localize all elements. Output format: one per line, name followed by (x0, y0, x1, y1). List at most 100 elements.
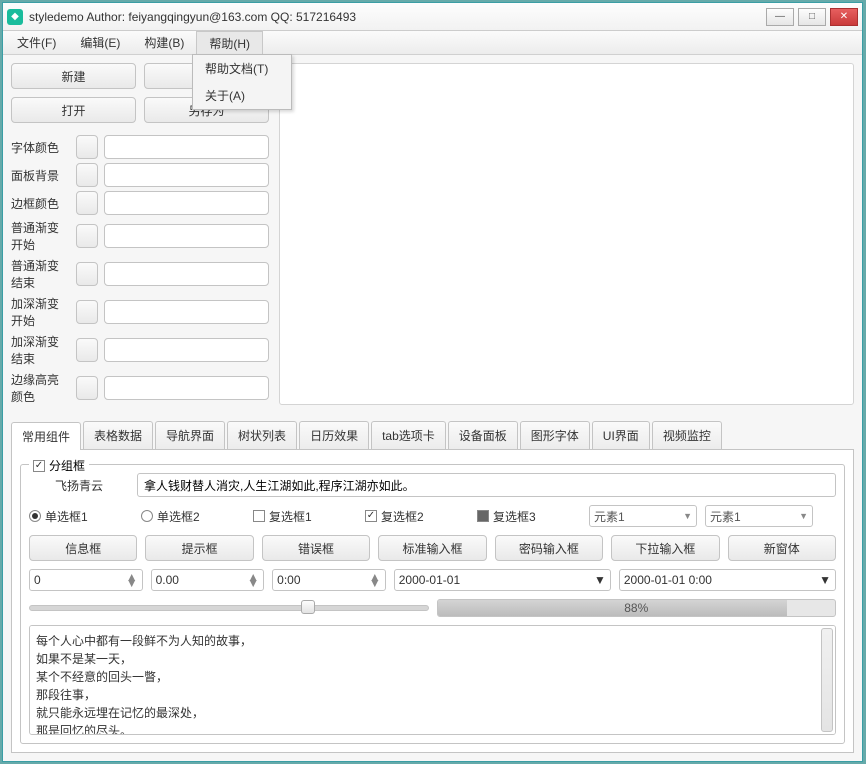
app-icon: ◆ (7, 9, 23, 25)
color-hex-input[interactable] (104, 191, 269, 215)
color-swatch-button[interactable] (76, 224, 98, 248)
groupbox-title: 分组框 (29, 457, 89, 474)
color-hex-input[interactable] (104, 376, 269, 400)
color-label: 普通渐变结束 (11, 257, 70, 291)
color-row: 边框颜色 (11, 191, 269, 215)
dialog-button-5[interactable]: 下拉输入框 (611, 535, 719, 561)
color-swatch-button[interactable] (76, 300, 98, 324)
color-swatch-button[interactable] (76, 191, 98, 215)
textarea-poem[interactable]: 每个人心中都有一段鲜不为人知的故事， 如果不是某一天， 某个不经意的回头一瞥， … (29, 625, 836, 735)
progress-text: 88% (438, 600, 836, 616)
checkbox-icon (253, 510, 265, 522)
app-window: ◆ styledemo Author: feiyangqingyun@163.c… (2, 2, 863, 762)
combo-1[interactable]: 元素1▼ (589, 505, 697, 527)
dialog-button-1[interactable]: 提示框 (145, 535, 253, 561)
color-label: 普通渐变开始 (11, 219, 70, 253)
dialog-button-0[interactable]: 信息框 (29, 535, 137, 561)
checkbox-icon (365, 510, 377, 522)
color-label: 加深渐变开始 (11, 295, 70, 329)
menu-help-about[interactable]: 关于(A) (193, 82, 291, 109)
spinbox-float[interactable]: 0.00▲▼ (151, 569, 265, 591)
open-button[interactable]: 打开 (11, 97, 136, 123)
menu-help[interactable]: 帮助(H) (196, 31, 263, 54)
color-row: 普通渐变结束 (11, 257, 269, 291)
groupbox: 分组框 飞扬青云 单选框1 单选框2 复选框1 复选框2 复选框3 元素1▼ 元… (20, 464, 845, 744)
color-label: 边框颜色 (11, 195, 70, 212)
spinner-icon: ▲▼ (126, 574, 138, 586)
color-row: 边缘高亮颜色 (11, 371, 269, 405)
spinbox-int[interactable]: 0▲▼ (29, 569, 143, 591)
help-dropdown: 帮助文档(T) 关于(A) (192, 54, 292, 110)
tab-2[interactable]: 导航界面 (155, 421, 225, 449)
maximize-button[interactable]: □ (798, 8, 826, 26)
chevron-down-icon: ▼ (799, 511, 808, 521)
tab-0[interactable]: 常用组件 (11, 422, 81, 450)
tab-8[interactable]: UI界面 (592, 421, 650, 449)
new-button[interactable]: 新建 (11, 63, 136, 89)
scrollbar[interactable] (821, 628, 833, 732)
color-row: 面板背景 (11, 163, 269, 187)
color-hex-input[interactable] (104, 262, 269, 286)
menubar: 文件(F) 编辑(E) 构建(B) 帮助(H) 帮助文档(T) 关于(A) (3, 31, 862, 55)
close-button[interactable]: ✕ (830, 8, 858, 26)
color-label: 加深渐变结束 (11, 333, 70, 367)
tab-6[interactable]: 设备面板 (448, 421, 518, 449)
color-hex-input[interactable] (104, 300, 269, 324)
color-label: 字体颜色 (11, 139, 70, 156)
tab-4[interactable]: 日历效果 (299, 421, 369, 449)
tab-7[interactable]: 图形字体 (520, 421, 590, 449)
progress-bar: 88% (437, 599, 837, 617)
color-swatch-button[interactable] (76, 262, 98, 286)
combo-2[interactable]: 元素1▼ (705, 505, 813, 527)
radio-1[interactable]: 单选框1 (29, 508, 133, 525)
slider[interactable] (29, 605, 429, 611)
color-label: 边缘高亮颜色 (11, 371, 70, 405)
color-hex-input[interactable] (104, 338, 269, 362)
chevron-down-icon: ▼ (819, 573, 831, 587)
check-1[interactable]: 复选框1 (253, 508, 357, 525)
lower-content: 常用组件表格数据导航界面树状列表日历效果tab选项卡设备面板图形字体UI界面视频… (3, 413, 862, 761)
titlebar[interactable]: ◆ styledemo Author: feiyangqingyun@163.c… (3, 3, 862, 31)
feiyang-label: 飞扬青云 (29, 477, 129, 494)
datetime-edit[interactable]: 2000-01-01 0:00▼ (619, 569, 836, 591)
dialog-button-6[interactable]: 新窗体 (728, 535, 836, 561)
menu-help-doc[interactable]: 帮助文档(T) (193, 55, 291, 82)
dialog-button-2[interactable]: 错误框 (262, 535, 370, 561)
upper-content: 新建 保存 打开 另存为 字体颜色 面板背景 边框颜色 普通渐变开始 普通渐变结… (3, 55, 862, 413)
spinner-icon: ▲▼ (369, 574, 381, 586)
menu-build[interactable]: 构建(B) (132, 31, 196, 54)
menu-edit[interactable]: 编辑(E) (68, 31, 132, 54)
tab-5[interactable]: tab选项卡 (371, 421, 446, 449)
slider-thumb[interactable] (301, 600, 315, 614)
dialog-button-3[interactable]: 标准输入框 (378, 535, 486, 561)
radio-icon (29, 510, 41, 522)
color-swatch-button[interactable] (76, 163, 98, 187)
chevron-down-icon: ▼ (683, 511, 692, 521)
color-swatch-button[interactable] (76, 338, 98, 362)
color-swatch-button[interactable] (76, 376, 98, 400)
radio-2[interactable]: 单选框2 (141, 508, 245, 525)
tab-1[interactable]: 表格数据 (83, 421, 153, 449)
radio-icon (141, 510, 153, 522)
color-hex-input[interactable] (104, 163, 269, 187)
window-title: styledemo Author: feiyangqingyun@163.com… (29, 10, 356, 24)
tab-3[interactable]: 树状列表 (227, 421, 297, 449)
color-hex-input[interactable] (104, 135, 269, 159)
color-row: 普通渐变开始 (11, 219, 269, 253)
chevron-down-icon: ▼ (594, 573, 606, 587)
color-hex-input[interactable] (104, 224, 269, 248)
color-row: 字体颜色 (11, 135, 269, 159)
menu-file[interactable]: 文件(F) (5, 31, 68, 54)
minimize-button[interactable]: — (766, 8, 794, 26)
tab-9[interactable]: 视频监控 (652, 421, 722, 449)
check-3[interactable]: 复选框3 (477, 508, 581, 525)
preview-panel (279, 63, 854, 405)
spinbox-time[interactable]: 0:00▲▼ (272, 569, 386, 591)
date-edit[interactable]: 2000-01-01▼ (394, 569, 611, 591)
feiyang-input[interactable] (137, 473, 836, 497)
color-swatch-button[interactable] (76, 135, 98, 159)
tab-content: 分组框 飞扬青云 单选框1 单选框2 复选框1 复选框2 复选框3 元素1▼ 元… (11, 450, 854, 753)
check-2[interactable]: 复选框2 (365, 508, 469, 525)
groupbox-checkbox[interactable] (33, 460, 45, 472)
dialog-button-4[interactable]: 密码输入框 (495, 535, 603, 561)
